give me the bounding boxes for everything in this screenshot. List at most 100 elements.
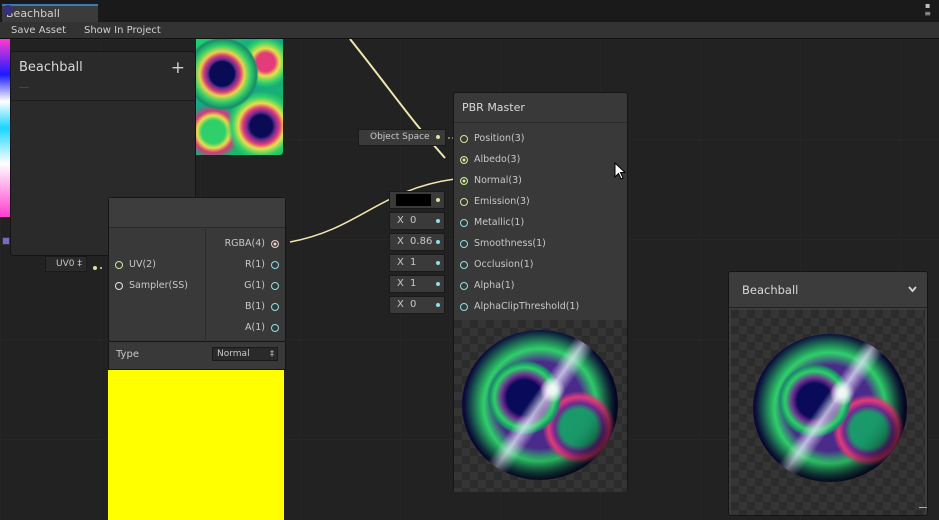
port-label: Smoothness(1)	[474, 238, 546, 249]
node-header	[109, 198, 285, 228]
emission-color-field[interactable]	[389, 191, 445, 209]
port-label: R(1)	[244, 259, 265, 270]
show-in-project-button[interactable]: Show In Project	[84, 22, 161, 39]
port-normal[interactable]: Normal(3)	[460, 170, 522, 191]
output-port-dot[interactable]	[271, 281, 279, 290]
port-r[interactable]: R(1)	[245, 254, 279, 275]
axis-label: X	[397, 215, 404, 226]
input-port-dot[interactable]	[460, 134, 468, 143]
menu-icon[interactable]: ≡	[924, 10, 931, 18]
tab-beachball[interactable]: Beachball	[2, 4, 98, 22]
port-label: Albedo(3)	[474, 154, 521, 165]
window-controls[interactable]: ▪ ≡	[924, 2, 931, 18]
blackboard-subtitle: —	[19, 82, 29, 93]
connector-dot	[436, 303, 440, 307]
port-smoothness[interactable]: Smoothness(1)	[460, 233, 546, 254]
port-g[interactable]: G(1)	[244, 275, 279, 296]
input-port-dot[interactable]	[460, 281, 468, 290]
input-port-dot[interactable]	[460, 239, 468, 248]
main-preview-panel[interactable]: Beachball	[728, 271, 928, 516]
main-preview-view[interactable]	[731, 310, 925, 515]
type-dropdown[interactable]: Normal ‡	[212, 347, 278, 361]
shader-graph-icon	[3, 5, 13, 15]
type-value: Normal	[217, 349, 250, 359]
input-port-dot[interactable]	[460, 218, 468, 227]
port-a[interactable]: A(1)	[245, 317, 279, 338]
alpha-field[interactable]: X 1	[389, 275, 445, 293]
axis-label: X	[397, 299, 404, 310]
save-asset-button[interactable]: Save Asset	[11, 22, 66, 39]
port-alpha[interactable]: Alpha(1)	[460, 275, 514, 296]
port-label: RGBA(4)	[224, 238, 265, 249]
alpha-value[interactable]: 1	[410, 278, 416, 289]
add-property-button[interactable]: +	[171, 58, 185, 78]
uv-channel-dropdown[interactable]: UV0 ‡	[45, 256, 87, 272]
port-label: Sampler(SS)	[129, 280, 188, 291]
divider	[11, 100, 195, 101]
input-port-dot[interactable]	[115, 281, 123, 290]
smoothness-field[interactable]: X 0.86	[389, 233, 445, 251]
input-port-dot[interactable]	[460, 155, 468, 164]
connector-dot	[436, 240, 440, 244]
metallic-field[interactable]: X 0	[389, 212, 445, 230]
connector-dot	[436, 261, 440, 265]
port-alpha-clip-threshold[interactable]: AlphaClipThreshold(1)	[460, 296, 579, 317]
occlusion-value[interactable]: 1	[410, 257, 416, 268]
port-label: Occlusion(1)	[474, 259, 534, 270]
port-label: B(1)	[245, 301, 265, 312]
port-occlusion[interactable]: Occlusion(1)	[460, 254, 533, 275]
sample-texture-node[interactable]: UV(2) Sampler(SS) RGBA(4) R(1) G(1) B(1)…	[108, 197, 286, 342]
port-label: A(1)	[245, 322, 265, 333]
connector-dot	[436, 198, 440, 202]
input-port-dot[interactable]	[460, 302, 468, 311]
connector-dot	[436, 282, 440, 286]
port-label: Normal(3)	[474, 175, 522, 186]
port-label: AlphaClipThreshold(1)	[474, 301, 580, 312]
axis-label: X	[397, 278, 404, 289]
output-port-dot[interactable]	[271, 323, 279, 332]
port-emission[interactable]: Emission(3)	[460, 191, 530, 212]
alpha-clip-value[interactable]: 0	[410, 299, 416, 310]
input-port-dot[interactable]	[460, 260, 468, 269]
graph-canvas[interactable]: Beachball — + UV(2) Sampler(SS) RGBA(4) …	[0, 39, 939, 520]
port-uv[interactable]: UV(2)	[115, 254, 156, 275]
sample-node-preview	[108, 370, 284, 520]
connector-dot	[93, 263, 103, 274]
emission-color-swatch[interactable]	[396, 194, 431, 206]
port-label: Position(3)	[474, 133, 525, 144]
output-port-dot[interactable]	[271, 260, 279, 269]
beachball-preview-sphere	[462, 330, 618, 480]
master-preview	[454, 320, 627, 492]
alpha-clip-field[interactable]: X 0	[389, 296, 445, 314]
output-port-dot[interactable]	[271, 302, 279, 311]
input-port-dot[interactable]	[460, 197, 468, 206]
type-label: Type	[116, 349, 139, 360]
port-metallic[interactable]: Metallic(1)	[460, 212, 524, 233]
chevron-down-icon[interactable]	[908, 286, 917, 293]
tab-title: Beachball	[6, 7, 60, 20]
port-b[interactable]: B(1)	[245, 296, 279, 317]
port-label: UV(2)	[129, 259, 156, 270]
port-position[interactable]: Position(3)	[460, 128, 524, 149]
port-label: Alpha(1)	[474, 280, 515, 291]
occlusion-field[interactable]: X 1	[389, 254, 445, 272]
port-rgba[interactable]: RGBA(4)	[225, 233, 279, 254]
node-title: PBR Master	[454, 93, 627, 123]
preview-header: Beachball	[729, 272, 927, 308]
axis-label: X	[397, 236, 404, 247]
input-port-dot[interactable]	[115, 260, 123, 269]
port-albedo[interactable]: Albedo(3)	[460, 149, 520, 170]
output-port-dot[interactable]	[271, 239, 279, 248]
axis-label: X	[397, 257, 404, 268]
connector-dot	[436, 219, 440, 223]
position-space-field[interactable]: Object Space	[358, 129, 446, 146]
smoothness-value[interactable]: 0.86	[410, 236, 432, 247]
blackboard-title: Beachball	[19, 60, 83, 75]
input-port-dot[interactable]	[460, 176, 468, 185]
resize-handle[interactable]	[919, 507, 927, 508]
type-row: Type Normal ‡	[108, 342, 286, 370]
port-sampler[interactable]: Sampler(SS)	[115, 275, 188, 296]
pbr-master-node[interactable]: PBR Master Position(3) Albedo(3) Normal(…	[453, 92, 628, 492]
metallic-value[interactable]: 0	[410, 215, 416, 226]
preview-title: Beachball	[742, 283, 799, 297]
